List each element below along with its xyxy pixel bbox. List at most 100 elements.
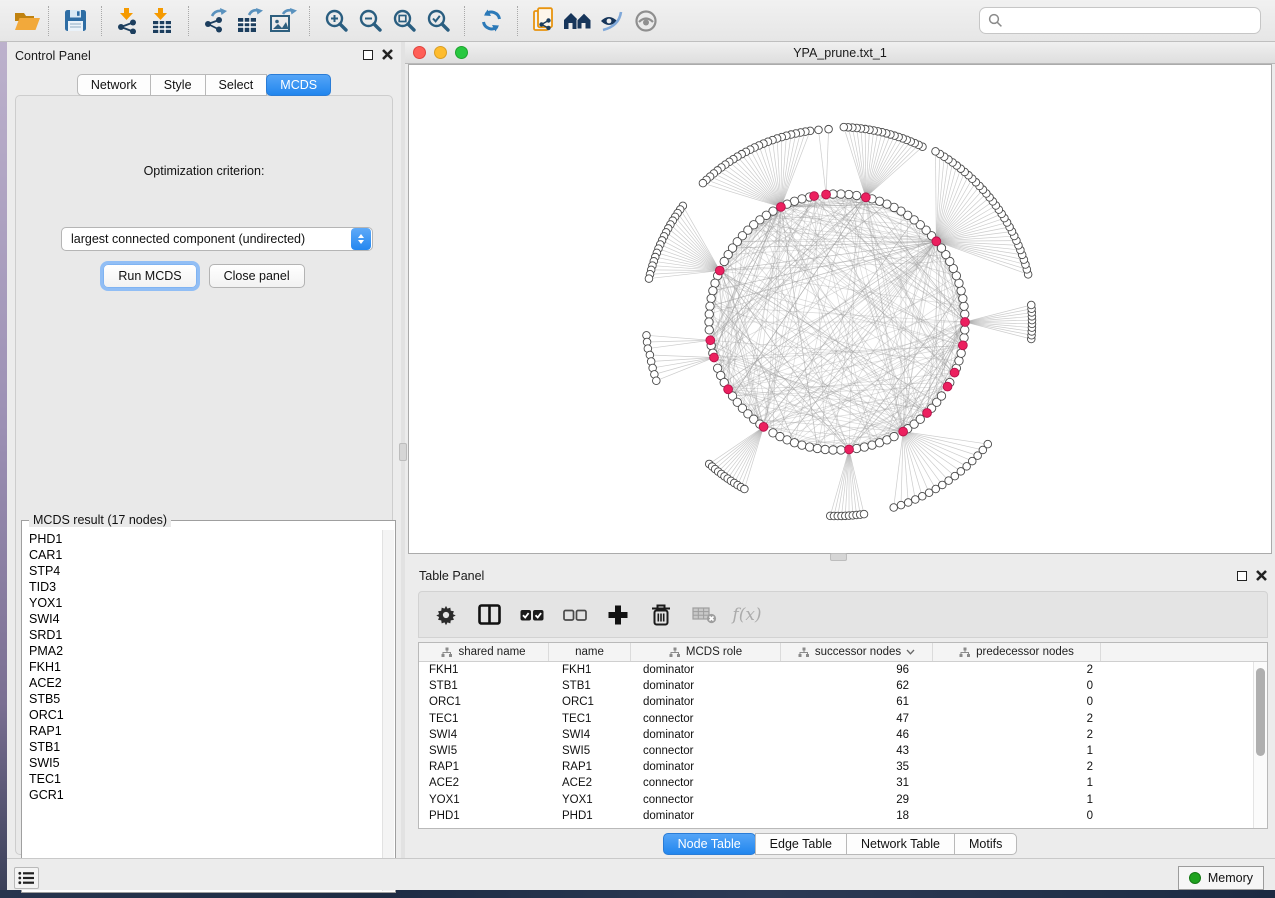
mcds-result-item[interactable]: SRD1 xyxy=(24,627,381,643)
table-row[interactable]: YOX1YOX1connector291 xyxy=(419,792,1267,808)
table-scrollbar-thumb[interactable] xyxy=(1256,668,1265,756)
zoom-fit-button[interactable] xyxy=(387,4,421,38)
mcds-result-item[interactable]: ACE2 xyxy=(24,675,381,691)
table-row[interactable]: RAP1RAP1dominator352 xyxy=(419,759,1267,775)
select-all-rows-button[interactable] xyxy=(519,602,545,628)
tab-motifs[interactable]: Motifs xyxy=(954,833,1017,855)
zoom-selected-button[interactable] xyxy=(421,4,455,38)
task-history-button[interactable] xyxy=(14,867,39,889)
export-network-button[interactable] xyxy=(198,4,232,38)
table-row[interactable]: FKH1FKH1dominator962 xyxy=(419,662,1267,678)
mcds-result-item[interactable]: TID3 xyxy=(24,579,381,595)
table-cell: 18 xyxy=(781,810,933,822)
deselect-all-rows-button[interactable] xyxy=(562,602,588,628)
show-all-button[interactable] xyxy=(629,4,663,38)
tab-network[interactable]: Network xyxy=(77,74,151,96)
fx-icon: f(x) xyxy=(732,605,761,625)
column-header-label: predecessor nodes xyxy=(976,646,1074,658)
tab-node-table[interactable]: Node Table xyxy=(663,833,756,855)
function-builder-button[interactable]: f(x) xyxy=(734,602,760,628)
mcds-result-item[interactable]: TEC1 xyxy=(24,771,381,787)
table-cell: 0 xyxy=(933,696,1101,708)
table-row[interactable]: ORC1ORC1dominator610 xyxy=(419,694,1267,710)
search-input[interactable] xyxy=(1003,14,1252,28)
memory-button[interactable]: Memory xyxy=(1178,866,1264,890)
close-panel-icon[interactable] xyxy=(1256,570,1267,581)
delete-table-button[interactable] xyxy=(691,602,717,628)
table-row[interactable]: PHD1PHD1dominator180 xyxy=(419,808,1267,824)
toolbar-separator xyxy=(48,6,49,36)
tree-hierarchy-icon xyxy=(441,647,453,658)
optimization-criterion-select[interactable]: largest connected component (undirected) xyxy=(61,227,373,251)
mcds-result-item[interactable]: PMA2 xyxy=(24,643,381,659)
column-header-name[interactable]: name xyxy=(549,643,631,661)
table-row[interactable]: ACE2ACE2connector311 xyxy=(419,775,1267,791)
mcds-result-item[interactable]: CAR1 xyxy=(24,547,381,563)
show-column-button[interactable] xyxy=(476,602,502,628)
new-network-from-selection-button[interactable] xyxy=(527,4,561,38)
column-header-predecessor-nodes[interactable]: predecessor nodes xyxy=(933,643,1101,661)
table-row[interactable]: SWI5SWI5connector431 xyxy=(419,743,1267,759)
minimize-window-icon[interactable] xyxy=(434,46,447,59)
table-row[interactable]: TEC1TEC1connector472 xyxy=(419,711,1267,727)
mcds-result-item[interactable]: YOX1 xyxy=(24,595,381,611)
tab-edge-table[interactable]: Edge Table xyxy=(755,833,847,855)
search-icon xyxy=(988,13,1003,28)
tab-network-table[interactable]: Network Table xyxy=(846,833,955,855)
mcds-result-item[interactable]: RAP1 xyxy=(24,723,381,739)
first-neighbors-button[interactable] xyxy=(561,4,595,38)
mcds-result-item[interactable]: SWI5 xyxy=(24,755,381,771)
network-window-titlebar[interactable]: YPA_prune.txt_1 xyxy=(405,42,1275,64)
export-image-button[interactable] xyxy=(266,4,300,38)
network-canvas[interactable] xyxy=(408,64,1272,554)
run-mcds-button[interactable]: Run MCDS xyxy=(103,264,196,288)
column-header-shared-name[interactable]: shared name xyxy=(419,643,549,661)
column-header-successor-nodes[interactable]: successor nodes xyxy=(781,643,933,661)
tab-select[interactable]: Select xyxy=(205,74,268,96)
zoom-out-button[interactable] xyxy=(353,4,387,38)
horizontal-splitter-handle[interactable] xyxy=(830,553,847,561)
table-options-button[interactable] xyxy=(433,602,459,628)
maximize-window-icon[interactable] xyxy=(455,46,468,59)
zoom-in-icon xyxy=(324,8,349,33)
float-panel-icon[interactable] xyxy=(363,50,373,60)
mcds-result-item[interactable]: FKH1 xyxy=(24,659,381,675)
cytoscape-window: { "toolbar": { "icons": ["open-session",… xyxy=(0,0,1275,898)
mcds-result-item[interactable]: STB5 xyxy=(24,691,381,707)
column-header-MCDS-role[interactable]: MCDS role xyxy=(631,643,781,661)
table-cell: SWI5 xyxy=(549,745,631,757)
table-panel-title: Table Panel xyxy=(419,569,484,583)
export-table-button[interactable] xyxy=(232,4,266,38)
hide-selected-button[interactable] xyxy=(595,4,629,38)
table-cell: 1 xyxy=(933,745,1101,757)
mcds-result-item[interactable]: ORC1 xyxy=(24,707,381,723)
import-table-button[interactable] xyxy=(145,4,179,38)
mcds-result-item[interactable]: PHD1 xyxy=(24,531,381,547)
save-session-button[interactable] xyxy=(58,4,92,38)
close-panel-button[interactable]: Close panel xyxy=(209,264,305,288)
table-row[interactable]: STB1STB1dominator620 xyxy=(419,678,1267,694)
table-vertical-scrollbar[interactable] xyxy=(1253,662,1267,828)
float-panel-icon[interactable] xyxy=(1237,571,1247,581)
open-session-button[interactable] xyxy=(10,4,44,38)
apply-layout-button[interactable] xyxy=(474,4,508,38)
mcds-result-item[interactable]: SWI4 xyxy=(24,611,381,627)
import-network-button[interactable] xyxy=(111,4,145,38)
table-row[interactable]: SWI4SWI4dominator462 xyxy=(419,727,1267,743)
tab-mcds[interactable]: MCDS xyxy=(266,74,331,96)
zoom-in-button[interactable] xyxy=(319,4,353,38)
table-cell: 29 xyxy=(781,794,933,806)
mcds-result-item[interactable]: STP4 xyxy=(24,563,381,579)
delete-table-icon xyxy=(692,606,717,624)
mcds-result-scrollbar[interactable] xyxy=(382,530,394,891)
tab-style[interactable]: Style xyxy=(150,74,206,96)
checked-boxes-icon xyxy=(520,605,544,625)
close-panel-icon[interactable] xyxy=(382,49,393,60)
control-panel-title: Control Panel xyxy=(15,49,91,63)
close-window-icon[interactable] xyxy=(413,46,426,59)
table-cell: connector xyxy=(631,794,781,806)
mcds-result-item[interactable]: GCR1 xyxy=(24,787,381,803)
mcds-result-item[interactable]: STB1 xyxy=(24,739,381,755)
create-column-button[interactable] xyxy=(605,602,631,628)
delete-columns-button[interactable] xyxy=(648,602,674,628)
